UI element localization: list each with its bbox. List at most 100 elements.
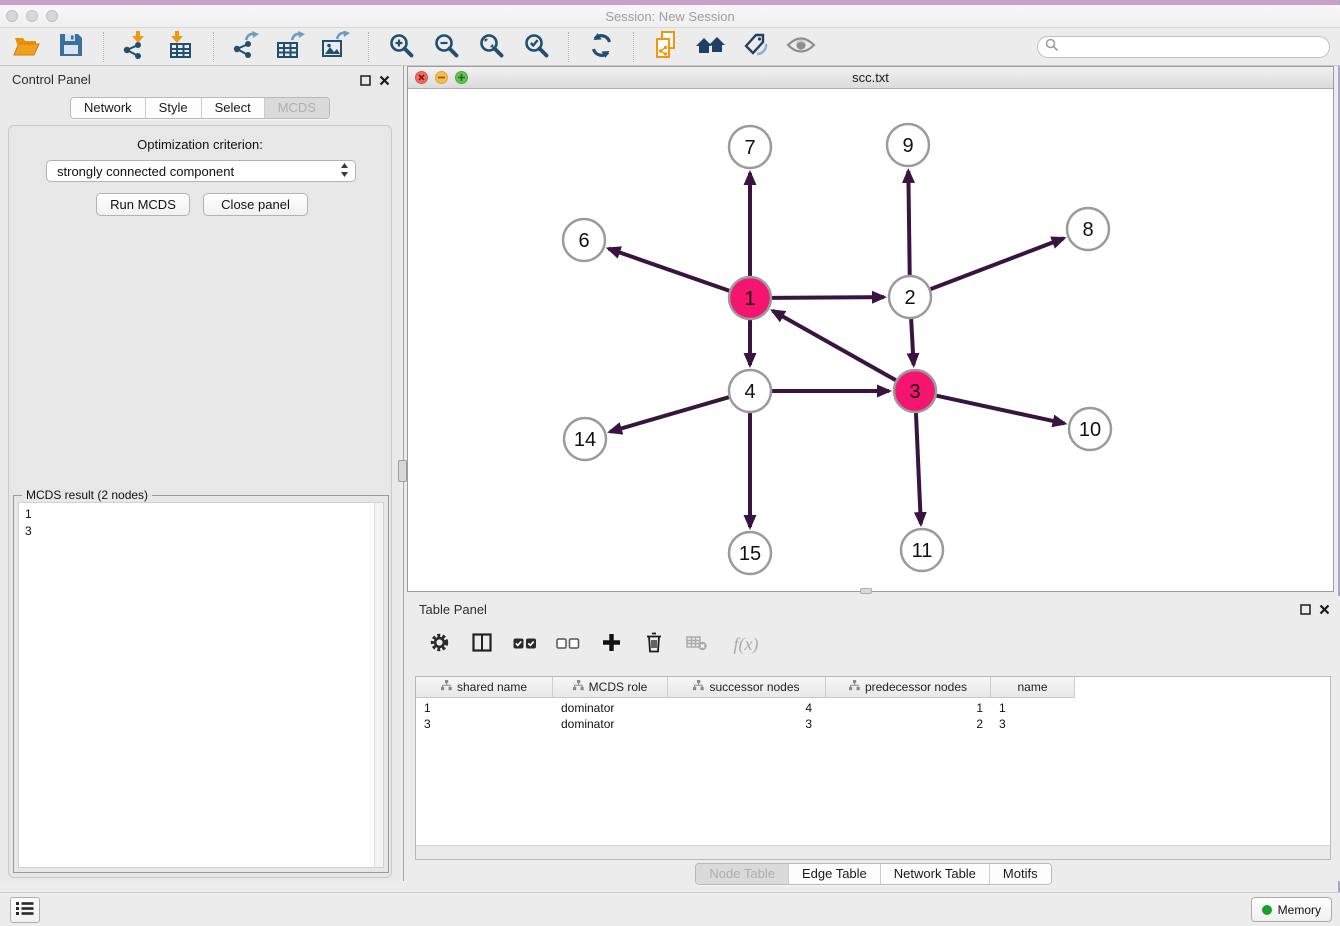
zoom-out-button[interactable] — [430, 31, 462, 63]
column-header-name[interactable]: name — [991, 677, 1075, 698]
table-cell[interactable]: 3 — [991, 716, 1075, 732]
node-4[interactable]: 4 — [729, 370, 771, 412]
table-cell[interactable]: 3 — [416, 716, 553, 732]
tab-select[interactable]: Select — [201, 98, 264, 118]
edge-2-9[interactable] — [908, 171, 909, 275]
table-row[interactable]: 3dominator323 — [416, 716, 1330, 732]
table-cell[interactable]: 1 — [991, 700, 1075, 716]
mcds-result-text[interactable]: 1 3 — [18, 502, 384, 868]
column-label: MCDS role — [589, 680, 648, 694]
edge-4-14[interactable] — [610, 397, 729, 432]
column-header-predecessor-nodes[interactable]: predecessor nodes — [826, 677, 991, 698]
table-bottom-strip — [416, 845, 1330, 859]
select-all-columns-button[interactable] — [511, 630, 539, 658]
memory-button[interactable]: Memory — [1251, 897, 1332, 922]
table-cell[interactable]: 3 — [668, 716, 826, 732]
column-header-successor-nodes[interactable]: successor nodes — [668, 677, 826, 698]
add-column-button[interactable] — [597, 630, 625, 658]
node-label: 14 — [574, 429, 596, 451]
result-scrollbar[interactable] — [374, 503, 383, 867]
show-graphics-details-button[interactable] — [785, 31, 817, 63]
clear-all-columns-button[interactable] — [554, 630, 582, 658]
node-8[interactable]: 8 — [1067, 208, 1109, 250]
node-6[interactable]: 6 — [563, 219, 605, 261]
node-7[interactable]: 7 — [729, 126, 771, 168]
export-table-button[interactable] — [275, 31, 307, 63]
network-window-titlebar: scc.txt — [408, 67, 1333, 89]
toggle-labels-button[interactable] — [740, 31, 772, 63]
node-14[interactable]: 14 — [564, 418, 606, 460]
table-cell[interactable]: dominator — [553, 700, 668, 716]
node-2[interactable]: 2 — [889, 276, 931, 318]
table-cell[interactable]: dominator — [553, 716, 668, 732]
column-header-MCDS-role[interactable]: MCDS role — [553, 677, 668, 698]
delete-table-icon — [686, 635, 708, 654]
edge-1-6[interactable] — [609, 249, 730, 291]
node-1[interactable]: 1 — [729, 277, 771, 319]
open-session-button[interactable] — [10, 31, 42, 63]
search-input[interactable] — [1063, 40, 1329, 54]
edge-3-1[interactable] — [773, 311, 896, 380]
tab-style[interactable]: Style — [145, 98, 201, 118]
edge-3-11[interactable] — [916, 413, 921, 524]
tab-mcds[interactable]: MCDS — [264, 98, 329, 118]
node-label: 8 — [1082, 219, 1093, 241]
float-panel-icon[interactable] — [360, 73, 371, 91]
tab-edge-table[interactable]: Edge Table — [788, 864, 880, 884]
export-image-button[interactable] — [320, 31, 352, 63]
close-panel-icon[interactable] — [1319, 602, 1330, 620]
node-label: 4 — [744, 381, 755, 403]
zoom-selected-button[interactable] — [520, 31, 552, 63]
node-label: 3 — [909, 381, 920, 403]
delete-column-button[interactable] — [640, 630, 668, 658]
tab-network-table[interactable]: Network Table — [880, 864, 989, 884]
table-cell[interactable]: 4 — [668, 700, 826, 716]
copy-share-button[interactable] — [650, 31, 682, 63]
zoom-fit-button[interactable] — [475, 31, 507, 63]
float-panel-icon[interactable] — [1300, 602, 1311, 620]
export-network-button[interactable] — [230, 31, 262, 63]
zoom-in-icon — [388, 32, 415, 62]
task-history-button[interactable] — [10, 897, 40, 923]
edge-3-10[interactable] — [936, 396, 1064, 424]
split-columns-button[interactable] — [468, 630, 496, 658]
node-11[interactable]: 11 — [901, 529, 943, 571]
node-table[interactable]: shared name MCDS role successor nodesprede… — [415, 676, 1331, 860]
node-9[interactable]: 9 — [887, 124, 929, 166]
table-cell[interactable]: 1 — [826, 700, 991, 716]
function-builder-button[interactable]: f(x) — [726, 630, 766, 658]
table-row[interactable]: 1dominator411 — [416, 700, 1330, 716]
table-cell[interactable]: 2 — [826, 716, 991, 732]
criterion-dropdown[interactable]: strongly connected component — [46, 160, 356, 182]
toolbar-separator — [368, 32, 369, 62]
tree-icon — [573, 680, 584, 694]
node-3[interactable]: 3 — [894, 370, 936, 412]
close-panel-icon[interactable] — [379, 73, 390, 91]
delete-table-button[interactable] — [683, 630, 711, 658]
search-box[interactable] — [1037, 36, 1330, 58]
node-10[interactable]: 10 — [1069, 408, 1111, 450]
node-15[interactable]: 15 — [729, 532, 771, 574]
table-cell[interactable]: 1 — [416, 700, 553, 716]
table-settings-button[interactable] — [425, 630, 453, 658]
import-table-button[interactable] — [165, 31, 197, 63]
tab-node-table[interactable]: Node Table — [696, 864, 788, 884]
network-resize-handle[interactable] — [860, 588, 872, 594]
save-session-button[interactable] — [55, 31, 87, 63]
edge-2-8[interactable] — [931, 238, 1064, 289]
close-panel-button[interactable]: Close panel — [203, 193, 308, 216]
tab-network[interactable]: Network — [71, 98, 145, 118]
edge-1-2[interactable] — [772, 297, 884, 298]
apply-layout-button[interactable] — [585, 31, 617, 63]
mcds-result-group: MCDS result (2 nodes) 1 3 — [13, 495, 389, 873]
import-network-button[interactable] — [120, 31, 152, 63]
column-header-shared-name[interactable]: shared name — [416, 677, 553, 698]
tab-motifs[interactable]: Motifs — [989, 864, 1051, 884]
network-canvas[interactable]: 7 9 6 8 1 2 4 3 14 10 15 11 — [408, 89, 1333, 591]
run-mcds-button[interactable]: Run MCDS — [96, 193, 190, 216]
edge-2-3[interactable] — [911, 319, 913, 365]
zoom-in-button[interactable] — [385, 31, 417, 63]
panel-divider-handle[interactable] — [398, 460, 407, 482]
gear-icon — [428, 631, 451, 657]
home-button[interactable] — [695, 31, 727, 63]
